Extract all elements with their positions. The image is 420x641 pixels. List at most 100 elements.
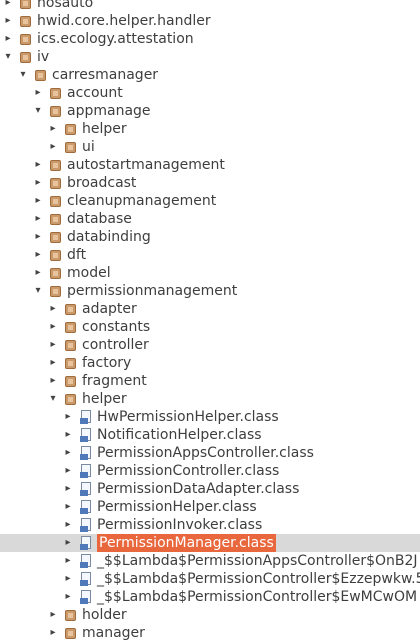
tree-item-label: HwPermissionHelper.class <box>97 409 279 425</box>
class-file-icon <box>80 482 93 496</box>
expand-arrow-icon[interactable]: ▾ <box>2 48 14 66</box>
collapse-arrow-icon[interactable]: ▸ <box>62 480 74 498</box>
collapse-arrow-icon[interactable]: ▸ <box>32 156 44 174</box>
tree-item-package[interactable]: ▸ model <box>0 264 420 282</box>
tree-item-label: iv <box>37 49 50 65</box>
tree-item-label: constants <box>82 319 151 335</box>
tree-item-package[interactable]: ▸ broadcast <box>0 174 420 192</box>
package-icon <box>50 250 61 261</box>
tree-item-label: adapter <box>82 301 137 317</box>
tree-item-package[interactable]: ▾ appmanage <box>0 102 420 120</box>
tree-item-label: ui <box>82 139 95 155</box>
collapse-arrow-icon[interactable]: ▸ <box>62 570 74 588</box>
tree-item-class[interactable]: ▸ _$$Lambda$PermissionController$Ezzepwkw… <box>0 570 420 588</box>
expand-arrow-icon[interactable]: ▾ <box>32 282 44 300</box>
package-icon <box>50 286 61 297</box>
tree-item-label: dft <box>67 247 87 263</box>
tree-item-package[interactable]: ▸ cleanupmanagement <box>0 192 420 210</box>
collapse-arrow-icon[interactable]: ▸ <box>32 210 44 228</box>
package-icon <box>65 124 76 135</box>
collapse-arrow-icon[interactable]: ▸ <box>32 174 44 192</box>
collapse-arrow-icon[interactable]: ▸ <box>62 426 74 444</box>
tree-item-label: _$$Lambda$PermissionController$Ezzepwkw.… <box>97 571 420 587</box>
collapse-arrow-icon[interactable]: ▸ <box>62 498 74 516</box>
package-icon <box>65 358 76 369</box>
collapse-arrow-icon[interactable]: ▸ <box>47 624 59 641</box>
expand-arrow-icon[interactable]: ▾ <box>32 102 44 120</box>
collapse-arrow-icon[interactable]: ▸ <box>62 516 74 534</box>
tree-item-class[interactable]: ▸ HwPermissionHelper.class <box>0 408 420 426</box>
tree-item-package[interactable]: ▾ iv <box>0 48 420 66</box>
tree-item-package[interactable]: ▾ permissionmanagement <box>0 282 420 300</box>
collapse-arrow-icon[interactable]: ▸ <box>32 246 44 264</box>
collapse-arrow-icon[interactable]: ▸ <box>47 606 59 624</box>
collapse-arrow-icon[interactable]: ▸ <box>32 264 44 282</box>
tree-item-class[interactable]: ▸ PermissionInvoker.class <box>0 516 420 534</box>
collapse-arrow-icon[interactable]: ▸ <box>47 336 59 354</box>
collapse-arrow-icon[interactable]: ▸ <box>2 12 14 30</box>
collapse-arrow-icon[interactable]: ▸ <box>47 354 59 372</box>
collapse-arrow-icon[interactable]: ▸ <box>32 192 44 210</box>
collapse-arrow-icon[interactable]: ▸ <box>62 552 74 570</box>
tree-item-package[interactable]: ▸ fragment <box>0 372 420 390</box>
tree-item-label: fragment <box>82 373 147 389</box>
collapse-arrow-icon[interactable]: ▸ <box>62 462 74 480</box>
tree-item-class[interactable]: ▸ PermissionAppsController.class <box>0 444 420 462</box>
tree-item-package[interactable]: ▸ database <box>0 210 420 228</box>
tree-item-label: helper <box>82 121 127 137</box>
tree-item-package[interactable]: ▸ autostartmanagement <box>0 156 420 174</box>
collapse-arrow-icon[interactable]: ▸ <box>32 84 44 102</box>
tree-item-package[interactable]: ▸ databinding <box>0 228 420 246</box>
tree-item-package[interactable]: ▾ carresmanager <box>0 66 420 84</box>
class-file-icon <box>80 446 93 460</box>
collapse-arrow-icon[interactable]: ▸ <box>62 444 74 462</box>
expand-arrow-icon[interactable]: ▾ <box>17 66 29 84</box>
collapse-arrow-icon[interactable]: ▸ <box>47 300 59 318</box>
collapse-arrow-icon[interactable]: ▸ <box>47 138 59 156</box>
expand-arrow-icon[interactable]: ▾ <box>47 390 59 408</box>
collapse-arrow-icon[interactable]: ▸ <box>32 228 44 246</box>
tree-item-label: factory <box>82 355 132 371</box>
package-icon <box>50 178 61 189</box>
tree-item-package[interactable]: ▸ account <box>0 84 420 102</box>
collapse-arrow-icon[interactable]: ▸ <box>47 318 59 336</box>
tree-item-package[interactable]: ▸ controller <box>0 336 420 354</box>
tree-item-package[interactable]: ▸ hosauto <box>0 0 420 12</box>
collapse-arrow-icon[interactable]: ▸ <box>62 408 74 426</box>
tree-item-label: manager <box>82 625 145 641</box>
tree-item-package[interactable]: ▸ adapter <box>0 300 420 318</box>
collapse-arrow-icon[interactable]: ▸ <box>62 534 74 552</box>
tree-item-package[interactable]: ▸ holder <box>0 606 420 624</box>
collapse-arrow-icon[interactable]: ▸ <box>47 372 59 390</box>
tree-item-package[interactable]: ▸ manager <box>0 624 420 641</box>
tree-item-package[interactable]: ▸ ui <box>0 138 420 156</box>
tree-item-package[interactable]: ▸ helper <box>0 120 420 138</box>
tree-item-package[interactable]: ▾ helper <box>0 390 420 408</box>
collapse-arrow-icon[interactable]: ▸ <box>62 588 74 606</box>
tree-item-package[interactable]: ▸ hwid.core.helper.handler <box>0 12 420 30</box>
tree-item-class[interactable]: ▸ PermissionController.class <box>0 462 420 480</box>
tree-item-package[interactable]: ▸ factory <box>0 354 420 372</box>
tree-item-package[interactable]: ▸ constants <box>0 318 420 336</box>
collapse-arrow-icon[interactable]: ▸ <box>2 0 14 12</box>
tree-item-label: ics.ecology.attestation <box>37 31 194 47</box>
tree-item-label: NotificationHelper.class <box>97 427 262 443</box>
tree-item-package[interactable]: ▸ ics.ecology.attestation <box>0 30 420 48</box>
tree-item-class[interactable]: ▸ PermissionHelper.class <box>0 498 420 516</box>
tree-item-class[interactable]: ▸ _$$Lambda$PermissionController$EwMCwOM <box>0 588 420 606</box>
package-icon <box>50 232 61 243</box>
tree-item-package[interactable]: ▸ dft <box>0 246 420 264</box>
class-file-icon <box>80 590 93 604</box>
tree-item-label: PermissionInvoker.class <box>97 517 263 533</box>
package-icon <box>50 160 61 171</box>
collapse-arrow-icon[interactable]: ▸ <box>47 120 59 138</box>
tree-item-class[interactable]: ▸ PermissionDataAdapter.class <box>0 480 420 498</box>
class-file-icon <box>80 572 93 586</box>
package-icon <box>20 16 31 27</box>
tree-item-class[interactable]: ▸ _$$Lambda$PermissionAppsController$OnB2… <box>0 552 420 570</box>
tree-item-class[interactable]: ▸ NotificationHelper.class <box>0 426 420 444</box>
tree-item-class[interactable]: ▸ PermissionManager.class <box>0 534 420 552</box>
collapse-arrow-icon[interactable]: ▸ <box>2 30 14 48</box>
class-file-icon <box>80 554 93 568</box>
package-icon <box>65 610 76 621</box>
